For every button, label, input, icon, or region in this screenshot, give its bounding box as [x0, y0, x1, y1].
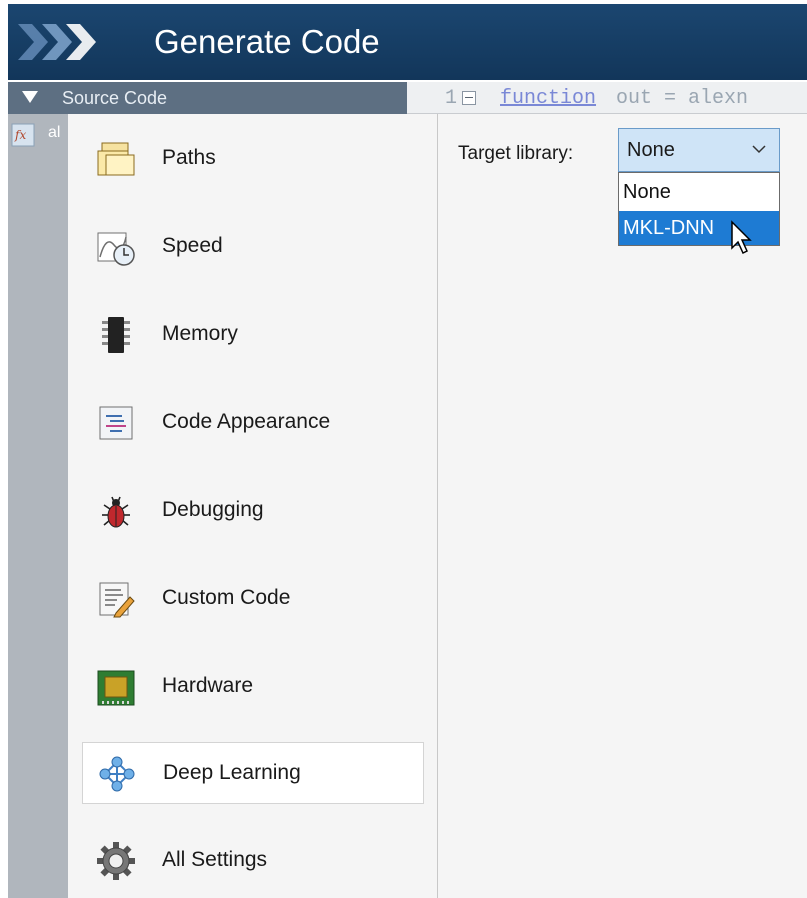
code-keyword: function	[500, 87, 597, 110]
target-library-label: Target library:	[458, 143, 574, 164]
nav-item-label: Hardware	[162, 674, 254, 697]
nav-item-memory[interactable]: Memory	[82, 304, 424, 366]
target-library-options: None MKL-DNN	[618, 172, 780, 246]
nav-item-custom-code[interactable]: Custom Code	[82, 568, 424, 630]
app-chevron-logo-icon	[14, 18, 114, 71]
nav-item-all-settings[interactable]: All Settings	[82, 830, 424, 892]
nav-item-speed[interactable]: Speed	[82, 216, 424, 278]
bug-icon	[96, 491, 136, 531]
collapse-triangle-icon[interactable]	[22, 91, 38, 103]
source-code-label: Source Code	[62, 88, 168, 108]
nav-item-debugging[interactable]: Debugging	[82, 480, 424, 542]
deep-learning-network-icon	[97, 754, 137, 794]
code-appearance-icon	[96, 403, 136, 443]
nav-item-deep-learning[interactable]: Deep Learning	[82, 742, 424, 804]
speed-clock-icon	[96, 227, 136, 267]
deep-learning-settings-panel: Target library: None None MKL-DNN	[438, 114, 807, 898]
nav-item-label: Custom Code	[162, 586, 291, 609]
mouse-pointer-icon	[730, 220, 754, 261]
code-text: out = alexn	[616, 87, 749, 110]
function-file-icon[interactable]: fx	[10, 122, 40, 153]
nav-item-label: Deep Learning	[163, 761, 301, 784]
nav-item-label: All Settings	[162, 848, 268, 871]
nav-item-label: Debugging	[162, 498, 264, 521]
nav-item-code-appearance[interactable]: Code Appearance	[82, 392, 424, 454]
code-preview: 1 function out = alexn	[407, 82, 807, 114]
nav-item-paths[interactable]: Paths	[82, 128, 424, 190]
chevron-down-icon[interactable]	[751, 141, 767, 162]
svg-text:fx: fx	[14, 128, 26, 142]
source-file-name[interactable]: al	[48, 124, 60, 142]
folder-icon	[96, 139, 136, 179]
gear-icon	[96, 841, 136, 881]
window-title: Generate Code	[154, 23, 380, 60]
custom-code-icon	[96, 579, 136, 619]
memory-chip-icon	[96, 315, 136, 355]
hardware-board-icon	[96, 667, 136, 707]
target-library-value: None	[627, 139, 675, 161]
option-mkl-dnn[interactable]: MKL-DNN	[619, 211, 779, 245]
title-bar: Generate Code	[8, 4, 807, 80]
nav-item-label: Paths	[162, 146, 216, 169]
nav-item-label: Memory	[162, 322, 238, 345]
source-code-section-header[interactable]: Source Code	[8, 82, 407, 114]
settings-nav-panel: Paths Speed Memory Code Appearance Debug…	[68, 114, 438, 898]
nav-item-label: Speed	[162, 234, 223, 257]
target-library-select[interactable]: None	[618, 128, 780, 172]
nav-item-hardware[interactable]: Hardware	[82, 656, 424, 718]
source-file-list: fx al	[8, 114, 68, 898]
nav-item-label: Code Appearance	[162, 410, 331, 433]
option-none[interactable]: None	[619, 175, 779, 209]
fold-toggle-icon[interactable]	[462, 91, 476, 105]
line-number: 1	[445, 87, 458, 110]
